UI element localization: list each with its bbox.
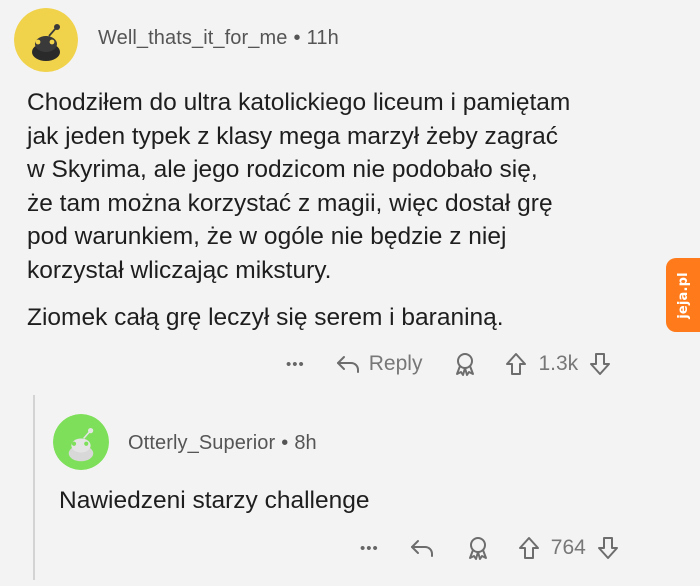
- separator-dot: •: [293, 27, 301, 49]
- more-button[interactable]: •••: [286, 356, 305, 373]
- comment-body: Nawiedzeni starzy challenge: [59, 487, 370, 514]
- downvote-icon[interactable]: [596, 535, 620, 561]
- comment-header: Otterly_Superior • 8h: [128, 432, 317, 455]
- upvote-icon[interactable]: [504, 351, 528, 377]
- comment-body: Chodziłem do ultra katolickiego liceum i…: [27, 86, 677, 335]
- avatar[interactable]: [14, 8, 78, 72]
- comment-header: Well_thats_it_for_me • 11h: [98, 27, 339, 50]
- snoo-avatar-icon: [14, 8, 78, 72]
- vote-count: 1.3k: [538, 352, 579, 375]
- avatar[interactable]: [53, 414, 109, 470]
- downvote-icon[interactable]: [588, 351, 612, 377]
- thread-line[interactable]: [33, 395, 35, 580]
- comment-actions: ••• Reply 1.3k: [286, 348, 612, 380]
- reply-button[interactable]: Reply: [369, 352, 423, 376]
- upvote-icon[interactable]: [517, 535, 541, 561]
- award-icon[interactable]: [465, 535, 491, 561]
- comment-actions: ••• 764: [360, 532, 620, 564]
- watermark-logo: jeja.pl: [666, 258, 700, 332]
- timestamp: 11h: [306, 27, 339, 49]
- watermark-text: jeja.pl: [675, 271, 691, 319]
- reply-icon[interactable]: [335, 353, 361, 375]
- username[interactable]: Well_thats_it_for_me: [98, 27, 288, 49]
- comment-line: w Skyrima, ale jego rodzicom nie podobał…: [27, 156, 538, 183]
- comment-line: jak jeden typek z klasy mega marzył żeby…: [27, 122, 559, 150]
- award-icon[interactable]: [452, 351, 478, 377]
- username[interactable]: Otterly_Superior: [128, 432, 275, 454]
- vote-count: 764: [550, 536, 586, 559]
- more-button[interactable]: •••: [360, 540, 379, 557]
- comment-line: korzystał wliczając mikstury.: [27, 256, 332, 284]
- reply-icon[interactable]: [409, 537, 435, 559]
- timestamp: 8h: [294, 432, 317, 454]
- snoo-avatar-icon: [53, 414, 109, 470]
- comment-line: pod warunkiem, że w ogóle nie będzie z n…: [27, 223, 507, 250]
- comment-line: że tam można korzystać z magii, więc dos…: [27, 189, 553, 217]
- comment-line: Chodziłem do ultra katolickiego liceum i…: [27, 89, 571, 116]
- comment-paragraph: Ziomek całą grę leczył się serem i baran…: [27, 304, 504, 331]
- separator-dot: •: [281, 432, 289, 454]
